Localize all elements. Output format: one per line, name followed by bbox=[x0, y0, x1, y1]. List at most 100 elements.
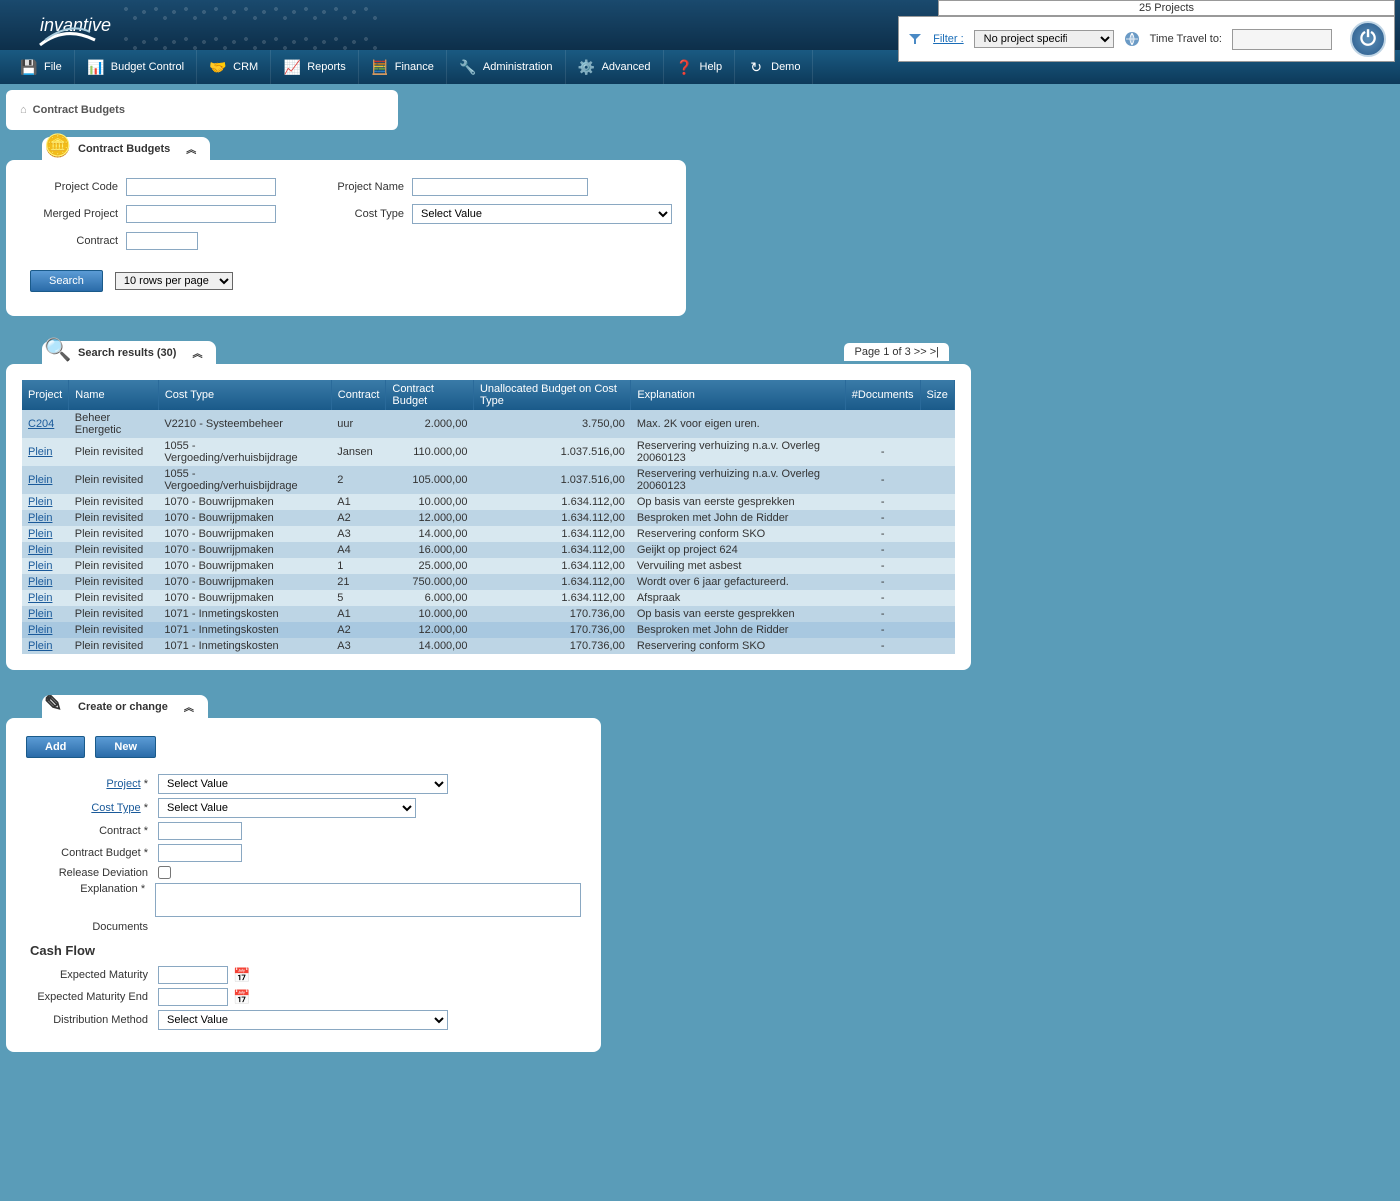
table-row[interactable]: PleinPlein revisited1070 - Bouwrijpmaken… bbox=[22, 494, 955, 510]
time-travel-label: Time Travel to: bbox=[1150, 33, 1222, 45]
project-link[interactable]: Plein bbox=[28, 528, 52, 540]
pagination[interactable]: Page 1 of 3 >> >| bbox=[844, 343, 949, 361]
project-link[interactable]: C204 bbox=[28, 418, 54, 430]
project-link[interactable]: Plein bbox=[28, 512, 52, 524]
collapse-icon[interactable]: ︽ bbox=[192, 345, 202, 360]
table-cell: - bbox=[845, 606, 920, 622]
table-header[interactable]: Name bbox=[69, 380, 159, 410]
project-link[interactable]: Plein bbox=[28, 608, 52, 620]
table-cell: Plein revisited bbox=[69, 606, 159, 622]
form-release-deviation-checkbox[interactable] bbox=[158, 866, 171, 879]
table-cell: 1.634.112,00 bbox=[473, 526, 630, 542]
table-cell: Geijkt op project 624 bbox=[631, 542, 845, 558]
merged-project-input[interactable] bbox=[126, 205, 276, 223]
table-row[interactable]: PleinPlein revisited1070 - Bouwrijpmaken… bbox=[22, 542, 955, 558]
table-cell: 1.634.112,00 bbox=[473, 558, 630, 574]
menu-administration[interactable]: 🔧Administration bbox=[447, 50, 566, 84]
table-header[interactable]: Unallocated Budget on Cost Type bbox=[473, 380, 630, 410]
table-cell: 110.000,00 bbox=[386, 438, 474, 466]
table-cell bbox=[920, 526, 954, 542]
table-row[interactable]: PleinPlein revisited1055 - Vergoeding/ve… bbox=[22, 438, 955, 466]
filter-icon bbox=[907, 31, 923, 47]
table-cell: 2 bbox=[331, 466, 386, 494]
table-row[interactable]: PleinPlein revisited1055 - Vergoeding/ve… bbox=[22, 466, 955, 494]
table-header[interactable]: #Documents bbox=[845, 380, 920, 410]
calendar-icon[interactable]: 📅 bbox=[234, 967, 250, 983]
table-cell: Vervuiling met asbest bbox=[631, 558, 845, 574]
table-cell bbox=[920, 466, 954, 494]
project-code-input[interactable] bbox=[126, 178, 276, 196]
table-header[interactable]: Contract Budget bbox=[386, 380, 474, 410]
project-link[interactable]: Plein bbox=[28, 496, 52, 508]
time-travel-input[interactable] bbox=[1232, 29, 1332, 50]
form-distribution-method-select[interactable]: Select Value bbox=[158, 1010, 448, 1030]
table-cell: 170.736,00 bbox=[473, 622, 630, 638]
logout-button[interactable]: ⏻ bbox=[1350, 21, 1386, 57]
table-row[interactable]: PleinPlein revisited1070 - Bouwrijpmaken… bbox=[22, 558, 955, 574]
contract-input[interactable] bbox=[126, 232, 198, 250]
project-link[interactable]: Plein bbox=[28, 624, 52, 636]
table-row[interactable]: PleinPlein revisited1071 - Inmetingskost… bbox=[22, 606, 955, 622]
add-button[interactable]: Add bbox=[26, 736, 85, 758]
form-explanation-textarea[interactable] bbox=[155, 883, 581, 917]
table-header[interactable]: Project bbox=[22, 380, 69, 410]
table-row[interactable]: PleinPlein revisited1070 - Bouwrijpmaken… bbox=[22, 574, 955, 590]
form-project-select[interactable]: Select Value bbox=[158, 774, 448, 794]
menu-help[interactable]: ❓Help bbox=[664, 50, 736, 84]
table-cell: Besproken met John de Ridder bbox=[631, 510, 845, 526]
menu-finance[interactable]: 🧮Finance bbox=[359, 50, 447, 84]
table-cell: A1 bbox=[331, 606, 386, 622]
table-row[interactable]: C204Beheer EnergeticV2210 - Systeembehee… bbox=[22, 410, 955, 438]
form-contract-input[interactable] bbox=[158, 822, 242, 840]
collapse-icon[interactable]: ︽ bbox=[186, 141, 196, 156]
table-cell: Plein revisited bbox=[69, 558, 159, 574]
table-cell: 1071 - Inmetingskosten bbox=[158, 638, 331, 654]
table-row[interactable]: PleinPlein revisited1070 - Bouwrijpmaken… bbox=[22, 526, 955, 542]
table-header[interactable]: Cost Type bbox=[158, 380, 331, 410]
table-cell: Max. 2K voor eigen uren. bbox=[631, 410, 845, 438]
project-link[interactable]: Plein bbox=[28, 576, 52, 588]
home-icon[interactable]: ⌂ bbox=[20, 104, 27, 116]
project-link[interactable]: Plein bbox=[28, 592, 52, 604]
project-name-input[interactable] bbox=[412, 178, 588, 196]
table-header[interactable]: Contract bbox=[331, 380, 386, 410]
menu-reports[interactable]: 📈Reports bbox=[271, 50, 359, 84]
menu-demo[interactable]: ↻Demo bbox=[735, 50, 813, 84]
project-link[interactable]: Project bbox=[106, 778, 140, 790]
filter-select[interactable]: No project specific filter bbox=[974, 30, 1114, 48]
project-link[interactable]: Plein bbox=[28, 544, 52, 556]
form-expected-maturity-input[interactable] bbox=[158, 966, 228, 984]
filter-link[interactable]: Filter : bbox=[933, 33, 964, 45]
table-cell: - bbox=[845, 510, 920, 526]
form-cost-type-select[interactable]: Select Value bbox=[158, 798, 416, 818]
results-panel-tab: 🔍 Search results (30) ︽ bbox=[42, 341, 216, 364]
rows-per-page-select[interactable]: 10 rows per page bbox=[115, 272, 233, 290]
calendar-icon[interactable]: 📅 bbox=[234, 989, 250, 1005]
table-cell: Afspraak bbox=[631, 590, 845, 606]
new-button[interactable]: New bbox=[95, 736, 156, 758]
search-button[interactable]: Search bbox=[30, 270, 103, 292]
menu-crm[interactable]: 🤝CRM bbox=[197, 50, 271, 84]
project-link[interactable]: Plein bbox=[28, 640, 52, 652]
table-cell: - bbox=[845, 574, 920, 590]
table-row[interactable]: PleinPlein revisited1070 - Bouwrijpmaken… bbox=[22, 590, 955, 606]
cost-type-link[interactable]: Cost Type bbox=[91, 802, 140, 814]
project-link[interactable]: Plein bbox=[28, 474, 52, 486]
table-cell: 1 bbox=[331, 558, 386, 574]
form-contract-budget-input[interactable] bbox=[158, 844, 242, 862]
collapse-icon[interactable]: ︽ bbox=[184, 699, 194, 714]
table-cell: 10.000,00 bbox=[386, 606, 474, 622]
table-row[interactable]: PleinPlein revisited1071 - Inmetingskost… bbox=[22, 638, 955, 654]
table-header[interactable]: Explanation bbox=[631, 380, 845, 410]
table-cell: 170.736,00 bbox=[473, 638, 630, 654]
cost-type-select[interactable]: Select Value bbox=[412, 204, 672, 224]
table-cell: A1 bbox=[331, 494, 386, 510]
table-row[interactable]: PleinPlein revisited1071 - Inmetingskost… bbox=[22, 622, 955, 638]
table-cell: Beheer Energetic bbox=[69, 410, 159, 438]
project-link[interactable]: Plein bbox=[28, 446, 52, 458]
table-row[interactable]: PleinPlein revisited1070 - Bouwrijpmaken… bbox=[22, 510, 955, 526]
menu-advanced[interactable]: ⚙️Advanced bbox=[566, 50, 664, 84]
project-link[interactable]: Plein bbox=[28, 560, 52, 572]
form-expected-maturity-end-input[interactable] bbox=[158, 988, 228, 1006]
table-header[interactable]: Size bbox=[920, 380, 954, 410]
